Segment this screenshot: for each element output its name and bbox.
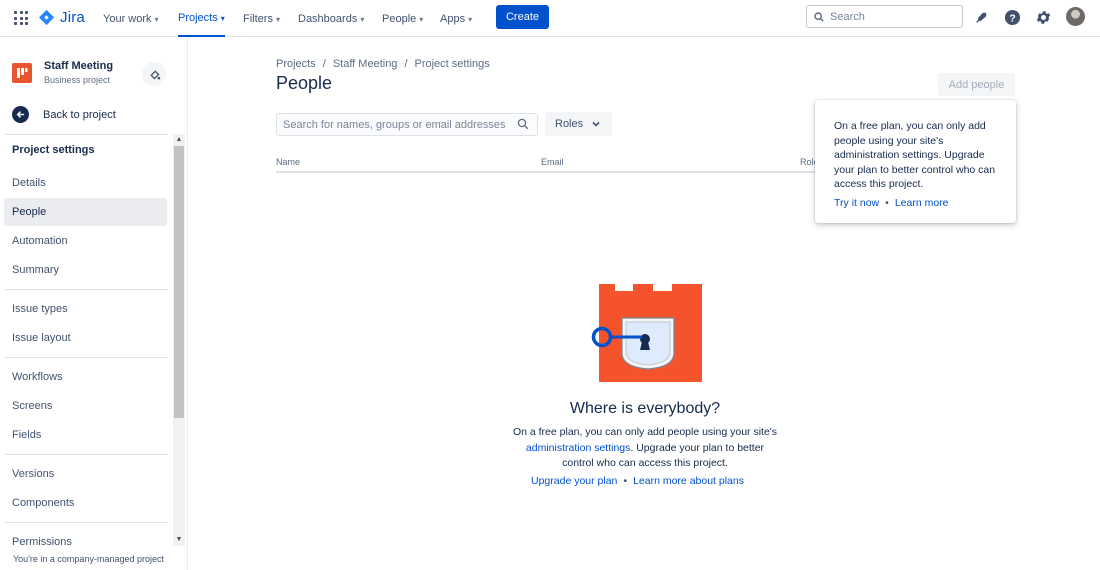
nav-people-label: People [382,12,417,25]
empty-state-desc-text: On a free plan, you can only add people … [512,426,778,438]
chevron-down-icon [592,121,600,127]
nav-dashboards-label: Dashboards [298,12,358,25]
people-search-placeholder: Search for names, groups or email addres… [283,118,506,131]
sidebar-item-people[interactable]: People [4,198,167,226]
settings-gear-icon[interactable] [1034,8,1052,26]
roles-filter-button[interactable]: Roles [545,112,612,136]
learn-more-link[interactable]: Learn more [895,197,949,209]
jira-logo-icon [39,9,54,26]
notifications-icon[interactable] [973,8,991,26]
empty-state-title: Where is everybody? [569,400,721,417]
svg-text:?: ? [1009,13,1015,24]
arrow-left-icon [12,106,29,123]
roles-filter-label: Roles [555,118,584,130]
project-type: Business project [44,75,111,85]
breadcrumb-project-settings[interactable]: Project settings [415,58,490,70]
nav-filters-label: Filters [243,12,273,25]
sidebar-divider [4,357,168,358]
nav-your-work[interactable]: Your work ▾ [103,0,159,37]
nav-projects[interactable]: Projects ▾ [178,0,225,37]
empty-state-description: On a free plan, you can only add people … [510,425,780,472]
scroll-up-arrow-icon[interactable]: ▲ [174,135,184,145]
sidebar-divider [4,289,168,290]
table-header-divider [276,171,816,173]
sidebar-item-details[interactable]: Details [4,169,167,197]
sidebar-item-summary[interactable]: Summary [4,256,167,284]
company-managed-note: You're in a company-managed project [13,554,164,564]
breadcrumb-staff-meeting[interactable]: Staff Meeting [333,58,398,70]
try-it-now-link[interactable]: Try it now [834,197,879,209]
nav-filters[interactable]: Filters ▾ [243,0,280,37]
search-icon [517,118,529,130]
upgrade-plan-link[interactable]: Upgrade your plan [531,475,617,487]
chevron-down-icon: ▾ [360,15,365,24]
free-plan-info-popup: On a free plan, you can only add people … [815,100,1016,223]
user-avatar[interactable] [1066,7,1085,26]
nav-people[interactable]: People ▾ [382,0,423,37]
sidebar-item-issue-types[interactable]: Issue types [4,295,167,323]
scroll-down-arrow-icon[interactable]: ▼ [174,535,184,545]
create-button[interactable]: Create [496,5,549,29]
jira-logo-text: Jira [60,9,85,26]
sidebar-item-permissions[interactable]: Permissions [4,528,167,556]
nav-your-work-label: Your work [103,12,152,25]
sidebar-item-automation[interactable]: Automation [4,227,167,255]
page-title: People [276,73,333,93]
administration-settings-link[interactable]: administration settings [526,442,630,454]
free-plan-info-text: On a free plan, you can only add people … [834,120,996,190]
sidebar-divider [4,522,168,523]
top-navigation: Jira Your work ▾ Projects ▾ Filters ▾ Dashb… [0,0,1100,37]
back-to-project-link[interactable]: Back to project [12,106,116,123]
sidebar-item-versions[interactable]: Versions [4,460,167,488]
column-header-name[interactable]: Name [276,157,300,167]
chevron-down-icon: ▾ [154,15,159,24]
sidebar-section-title: Project settings [12,144,95,156]
sidebar-item-issue-layout[interactable]: Issue layout [4,324,167,352]
sidebar-item-workflows[interactable]: Workflows [4,363,167,391]
back-to-project-label: Back to project [43,108,116,121]
breadcrumb: Projects / Staff Meeting / Project setti… [276,58,490,70]
people-search-input[interactable]: Search for names, groups or email addres… [276,113,538,136]
sidebar-divider [4,134,168,135]
jira-logo[interactable]: Jira [38,9,85,26]
nav-projects-label: Projects [178,11,218,24]
sidebar-item-fields[interactable]: Fields [4,421,167,449]
link-separator: • [885,197,889,209]
nav-apps[interactable]: Apps ▾ [440,0,472,37]
app-switcher-icon[interactable] [14,11,28,25]
nav-apps-label: Apps [440,12,466,25]
sidebar-divider [4,454,168,455]
column-header-email[interactable]: Email [541,157,564,167]
nav-dashboards[interactable]: Dashboards ▾ [298,0,364,37]
project-sidebar: Staff Meeting Business project Back to p… [0,38,188,570]
sidebar-scroll-thumb[interactable] [174,146,184,418]
project-name[interactable]: Staff Meeting [44,60,113,72]
learn-more-about-plans-link[interactable]: Learn more about plans [633,475,744,487]
chevron-down-icon: ▾ [468,15,473,24]
chevron-down-icon: ▾ [419,15,424,24]
breadcrumb-separator: / [404,58,408,70]
global-search-placeholder: Search [830,10,865,23]
locked-castle-illustration [591,284,702,382]
breadcrumb-separator: / [322,58,326,70]
sidebar-item-components[interactable]: Components [4,489,167,517]
chevron-down-icon: ▾ [220,14,225,23]
search-icon [814,11,824,22]
project-avatar-icon [12,63,32,83]
add-people-button[interactable]: Add people [938,73,1015,96]
help-icon[interactable]: ? [1003,8,1021,26]
chevron-down-icon: ▾ [275,15,280,24]
project-paint-icon[interactable] [142,62,166,86]
breadcrumb-projects[interactable]: Projects [276,58,316,70]
link-separator: • [623,475,628,487]
empty-state-links: Upgrade your plan • Learn more about pla… [510,475,810,487]
global-search-input[interactable]: Search [806,5,963,28]
